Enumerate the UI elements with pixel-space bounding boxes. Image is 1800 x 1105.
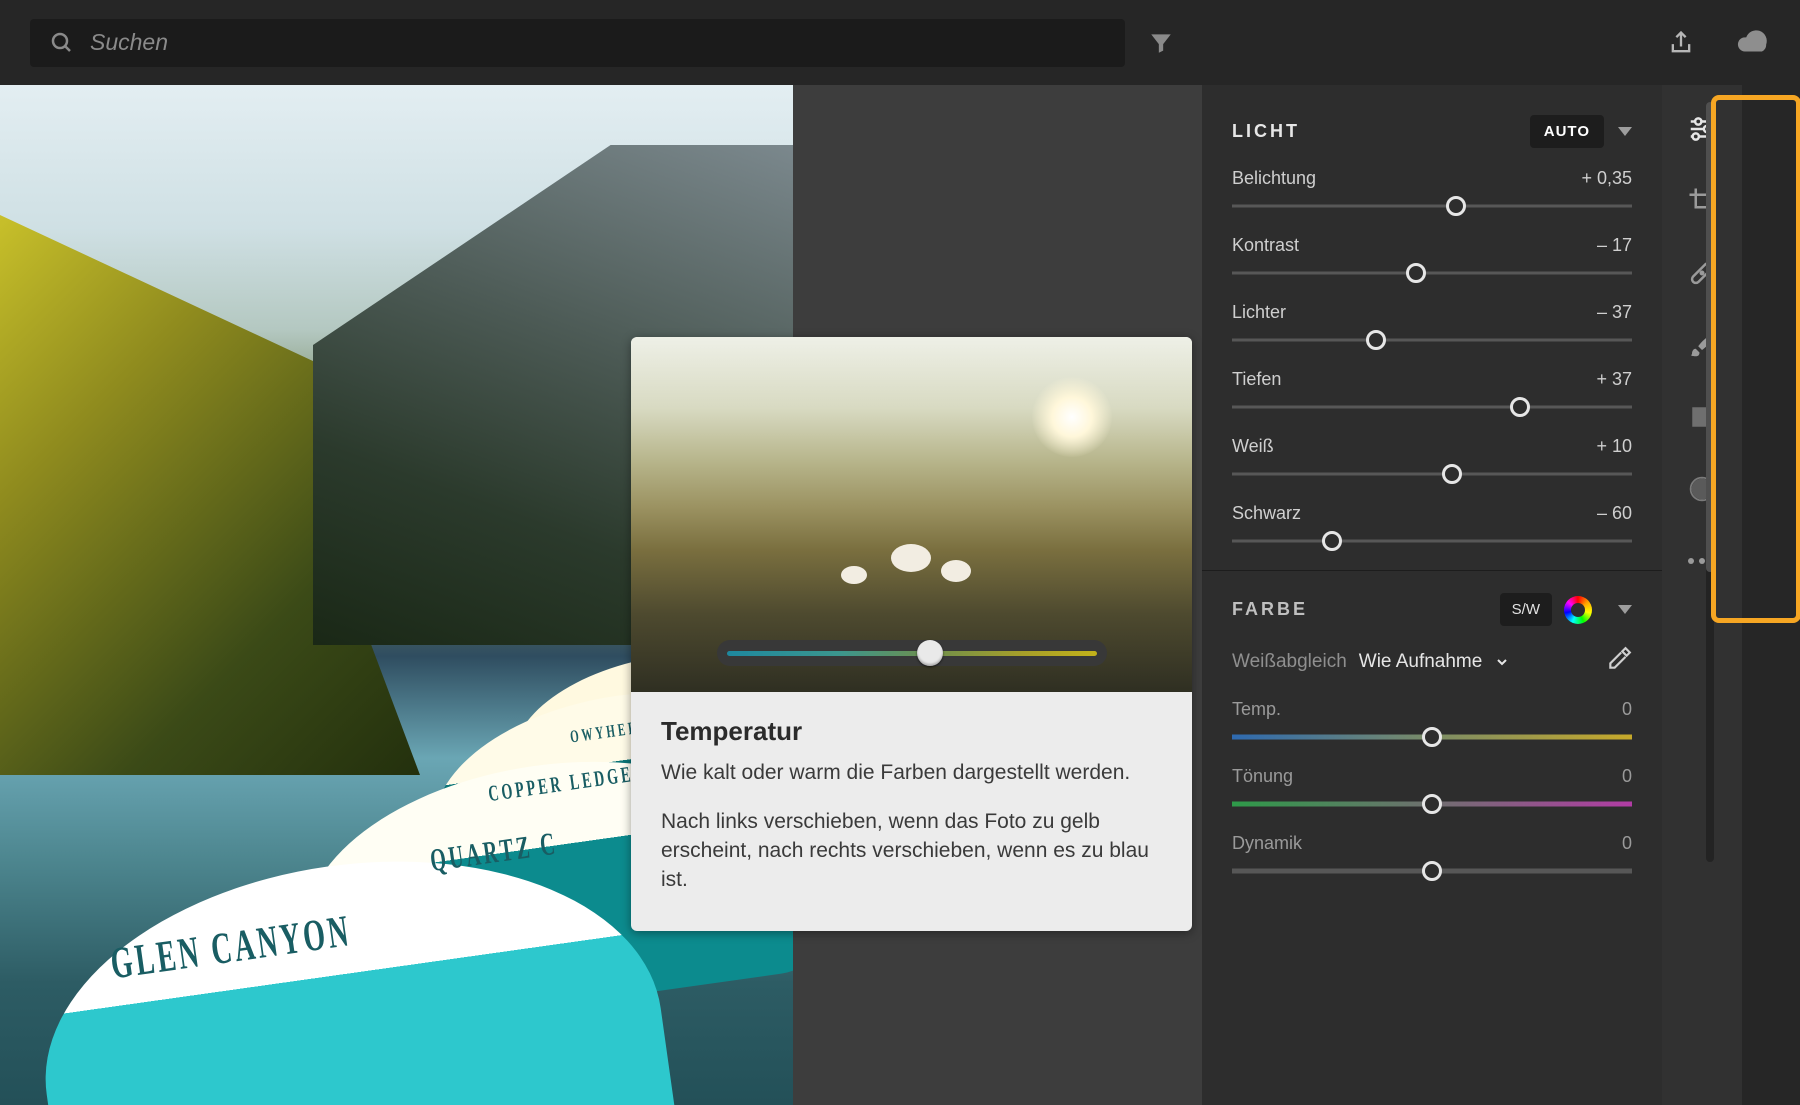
more-tools[interactable] [1684,543,1720,579]
slider-label: Belichtung [1232,168,1316,189]
slider-label: Weiß [1232,436,1274,457]
slider-value: + 0,35 [1581,168,1632,189]
slider-temp.: Temp. 0 [1232,699,1632,744]
section-title-color: FARBE [1232,599,1308,620]
slider-track[interactable] [1232,199,1632,213]
slider-knob[interactable] [1442,464,1462,484]
share-icon [1667,29,1695,57]
section-collapse-light[interactable] [1618,127,1632,136]
slider-tönung: Tönung 0 [1232,766,1632,811]
slider-value: + 37 [1596,369,1632,390]
slider-value: – 37 [1597,302,1632,323]
slider-knob[interactable] [1322,531,1342,551]
slider-knob[interactable] [1510,397,1530,417]
slider-track[interactable] [1232,864,1632,878]
tooltip-preview-image [631,337,1192,692]
radial-gradient-tool[interactable] [1684,471,1720,507]
edit-sliders-tool[interactable] [1684,111,1720,147]
eyedropper-icon [1606,646,1632,672]
topbar [0,0,1800,85]
tooltip-card: Temperatur Wie kalt oder warm die Farben… [631,337,1192,931]
slider-knob[interactable] [1422,727,1442,747]
healing-tool[interactable] [1684,255,1720,291]
section-collapse-color[interactable] [1618,605,1632,614]
slider-label: Temp. [1232,699,1281,720]
slider-knob[interactable] [1406,263,1426,283]
edit-panel: LICHT AUTO Belichtung + 0,35 Kontrast – … [1202,85,1662,1105]
tooltip-title: Temperatur [661,716,1162,747]
search-field[interactable] [30,19,1125,67]
slider-label: Tiefen [1232,369,1281,390]
slider-track[interactable] [1232,534,1632,548]
funnel-icon [1148,30,1174,56]
search-input[interactable] [88,28,1105,57]
photo-viewport[interactable]: GLEN CANYON QUARTZ C COPPER LEDGE F OWYH… [0,85,1202,1105]
search-icon [50,31,74,55]
tool-rail [1662,85,1742,1105]
crop-tool[interactable] [1684,183,1720,219]
tooltip-text: Nach links verschieben, wenn das Foto zu… [661,808,1162,895]
slider-knob[interactable] [1422,861,1442,881]
slider-schwarz: Schwarz – 60 [1232,503,1632,548]
panel-scrollbar[interactable] [1706,102,1714,862]
eyedropper-button[interactable] [1606,646,1632,677]
cloud-button[interactable] [1734,25,1770,61]
cloud-icon [1735,26,1769,60]
slider-track[interactable] [1232,400,1632,414]
bw-button[interactable]: S/W [1500,593,1552,626]
slider-knob[interactable] [1366,330,1386,350]
slider-knob[interactable] [1446,196,1466,216]
slider-lichter: Lichter – 37 [1232,302,1632,347]
slider-track[interactable] [1232,266,1632,280]
slider-track[interactable] [1232,333,1632,347]
slider-value: 0 [1622,833,1632,854]
slider-label: Kontrast [1232,235,1299,256]
auto-button[interactable]: AUTO [1530,115,1604,148]
brush-tool[interactable] [1684,327,1720,363]
section-title-light: LICHT [1232,121,1300,142]
filter-button[interactable] [1143,25,1179,61]
slider-belichtung: Belichtung + 0,35 [1232,168,1632,213]
slider-label: Dynamik [1232,833,1302,854]
slider-value: – 17 [1597,235,1632,256]
slider-track[interactable] [1232,797,1632,811]
slider-value: + 10 [1596,436,1632,457]
slider-label: Schwarz [1232,503,1301,524]
slider-value: 0 [1622,699,1632,720]
slider-label: Lichter [1232,302,1286,323]
color-mixer-button[interactable] [1564,596,1592,624]
tooltip-text: Wie kalt oder warm die Farben dargestell… [661,759,1162,788]
linear-gradient-tool[interactable] [1684,399,1720,435]
chevron-down-icon [1494,654,1510,670]
slider-value: – 60 [1597,503,1632,524]
slider-track[interactable] [1232,730,1632,744]
slider-label: Tönung [1232,766,1293,787]
slider-track[interactable] [1232,467,1632,481]
slider-tiefen: Tiefen + 37 [1232,369,1632,414]
divider [1202,570,1662,571]
slider-weiß: Weiß + 10 [1232,436,1632,481]
share-button[interactable] [1663,25,1699,61]
tooltip-demo-slider[interactable] [717,640,1107,666]
slider-value: 0 [1622,766,1632,787]
wb-label: Weißabgleich [1232,651,1347,673]
slider-kontrast: Kontrast – 17 [1232,235,1632,280]
slider-knob[interactable] [1422,794,1442,814]
slider-dynamik: Dynamik 0 [1232,833,1632,878]
wb-dropdown[interactable]: Wie Aufnahme [1359,651,1483,673]
